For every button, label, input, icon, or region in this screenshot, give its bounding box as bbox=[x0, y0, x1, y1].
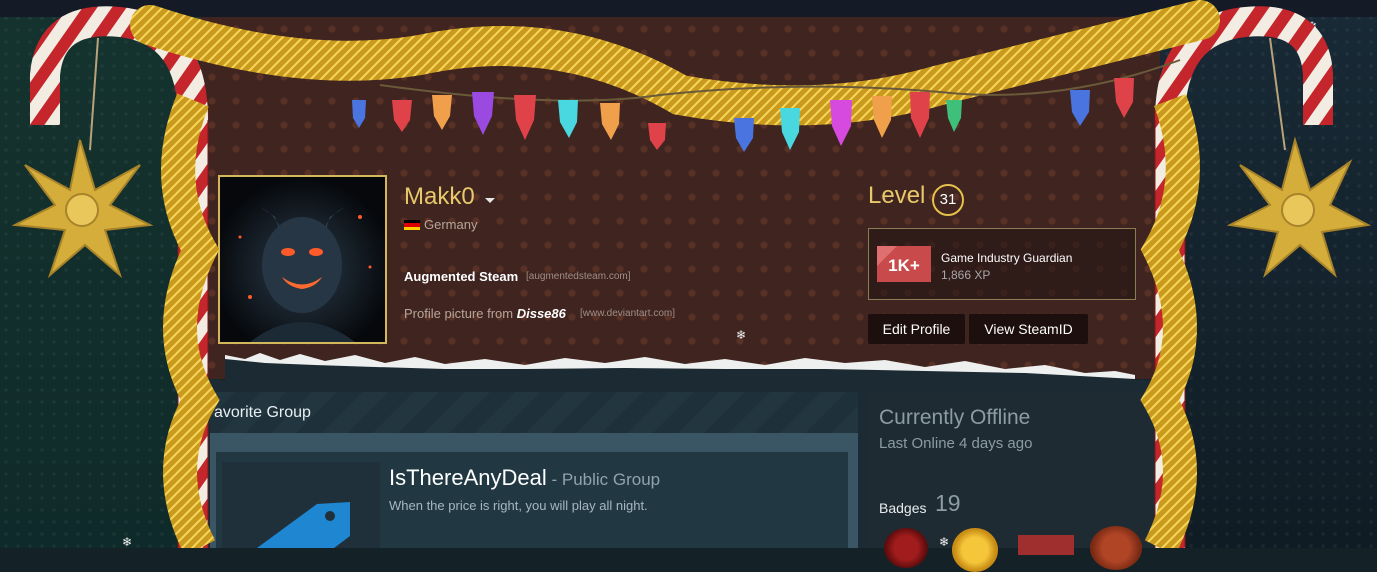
edit-profile-button[interactable]: Edit Profile bbox=[868, 314, 965, 344]
online-status: Currently Offline bbox=[879, 406, 1031, 429]
snowflake-icon: ❄ bbox=[122, 535, 133, 549]
profile-picture-credit: Profile picture from Disse86 bbox=[404, 306, 566, 321]
group-name-line: IsThereAnyDeal - Public Group bbox=[389, 465, 660, 491]
badge-icon[interactable] bbox=[1018, 535, 1074, 555]
view-steamid-button[interactable]: View SteamID bbox=[969, 314, 1088, 344]
featured-badge-xp: 1,866 XP bbox=[941, 268, 991, 282]
badges-count[interactable]: 19 bbox=[935, 490, 961, 517]
badge-icon[interactable] bbox=[952, 528, 998, 572]
group-type: - Public Group bbox=[546, 470, 661, 489]
group-description: When the price is right, you will play a… bbox=[389, 498, 648, 513]
snowflake-icon: ❄ bbox=[736, 328, 747, 342]
badge-icon[interactable] bbox=[1090, 526, 1142, 570]
badges-link[interactable]: Badges bbox=[879, 500, 926, 516]
price-tag-icon bbox=[257, 502, 350, 548]
profile-picture-prefix: Profile picture from bbox=[404, 306, 514, 321]
profile-picture-link[interactable]: [www.deviantart.com] bbox=[580, 308, 675, 319]
background-left bbox=[0, 0, 220, 548]
badge-1k-icon: 1K+ bbox=[877, 246, 931, 282]
level-label: Level bbox=[868, 182, 926, 209]
name-history-caret-icon[interactable] bbox=[485, 198, 495, 203]
profile-picture-artist: Disse86 bbox=[516, 306, 566, 321]
background-right bbox=[1137, 0, 1377, 548]
svg-text:1K+: 1K+ bbox=[888, 256, 920, 275]
snowflake-icon: ❄ bbox=[1307, 19, 1318, 33]
germany-flag-icon bbox=[404, 220, 420, 230]
top-bar bbox=[0, 0, 1377, 17]
badge-icon[interactable] bbox=[884, 528, 928, 568]
level-badge[interactable]: 31 bbox=[932, 184, 964, 216]
last-online: Last Online 4 days ago bbox=[879, 435, 1033, 452]
summary-title-link[interactable]: [augmentedsteam.com] bbox=[526, 271, 631, 282]
snowflake-icon: ❄ bbox=[939, 535, 950, 549]
group-avatar[interactable] bbox=[222, 462, 380, 548]
group-name-link[interactable]: IsThereAnyDeal bbox=[389, 465, 547, 490]
demon-avatar-image bbox=[220, 177, 385, 342]
snow-edge bbox=[225, 353, 1135, 385]
summary-title: Augmented Steam bbox=[404, 269, 519, 284]
favorite-group-title: avorite Group bbox=[214, 404, 311, 421]
persona-name: Makk0 bbox=[404, 183, 475, 210]
country: Germany bbox=[424, 217, 478, 232]
profile-avatar[interactable] bbox=[218, 175, 387, 344]
featured-badge-name: Game Industry Guardian bbox=[941, 251, 1073, 265]
